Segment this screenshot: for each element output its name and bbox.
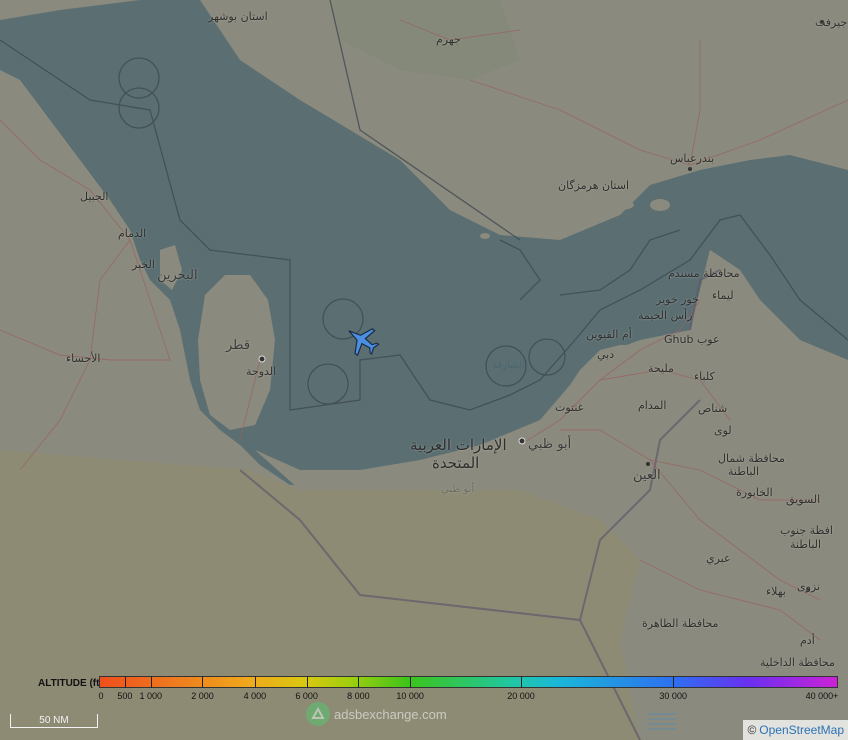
scale-bar: 50 NM bbox=[10, 714, 98, 728]
map-attribution: © OpenStreetMap bbox=[743, 720, 848, 740]
altitude-tick-label: 4 000 bbox=[243, 691, 267, 701]
map-label-mleiha: مليحة bbox=[648, 362, 674, 375]
altitude-tick-label: 0 bbox=[98, 691, 104, 701]
altitude-tick bbox=[202, 676, 204, 688]
map-label-uae2: المتحدة bbox=[432, 454, 480, 472]
altitude-tick bbox=[306, 676, 308, 688]
map-label-adam: أدم bbox=[800, 634, 815, 647]
map-label-bahrain: البحرين bbox=[157, 268, 198, 283]
map-label-jubail: الجبيل bbox=[80, 190, 109, 203]
map-label-musandam: محافظة مسندم bbox=[668, 267, 740, 280]
map-label-ahsa: الأحساء bbox=[66, 352, 101, 365]
map-label-dhahirah: محافظة الظاهرة bbox=[642, 617, 719, 630]
map-label-jahrom: جهرم bbox=[436, 33, 461, 46]
map-label-nizwa: نزوى bbox=[797, 580, 821, 593]
map-label-uae: الإمارات العربية bbox=[410, 436, 507, 454]
map-label-bushehr: استان بوشهر bbox=[208, 10, 268, 23]
altitude-tick bbox=[410, 676, 412, 688]
map-label-ras-al-khaimah: رأس الخيمة bbox=[638, 309, 693, 322]
map-label-khobar: الخبر bbox=[132, 258, 155, 271]
map-label-north-batinah: محافظة شمال bbox=[718, 452, 785, 465]
adsbexchange-brand[interactable]: adsbexchange.com bbox=[306, 702, 447, 726]
altitude-tick bbox=[673, 676, 675, 688]
map-label-khabourah: الخابورة bbox=[736, 486, 773, 499]
island bbox=[606, 200, 634, 210]
altitude-tick bbox=[358, 676, 360, 688]
map-label-bahla: بهلاء bbox=[766, 585, 786, 598]
altitude-tick-label: 20 000 bbox=[507, 691, 535, 701]
layers-icon[interactable] bbox=[645, 710, 679, 734]
map-label-kalba: كلباء bbox=[694, 370, 715, 383]
altitude-tick-label: 8 000 bbox=[347, 691, 370, 701]
map-label-south-batinah-2: الباطنة bbox=[790, 538, 822, 551]
island bbox=[480, 233, 490, 239]
island bbox=[650, 199, 670, 211]
openstreetmap-link[interactable]: OpenStreetMap bbox=[759, 723, 844, 737]
altitude-tick bbox=[520, 676, 522, 688]
altitude-tick bbox=[254, 676, 256, 688]
copyright-symbol: © bbox=[747, 723, 757, 737]
map-label-madam: المدام bbox=[638, 399, 667, 412]
map-label-umm-al-quwain: أم القيوين bbox=[586, 328, 632, 341]
altitude-tick-label: 40 000+ bbox=[805, 691, 839, 701]
altitude-color-bar bbox=[99, 676, 838, 688]
map-label-qatar: قطر bbox=[226, 338, 251, 353]
altitude-tick-label: 2 000 bbox=[191, 691, 214, 701]
map-label-doha: الدوحة bbox=[246, 365, 277, 378]
map-label-south-batinah: افظة جنوب bbox=[780, 524, 833, 537]
brand-text: adsbexchange.com bbox=[334, 706, 447, 722]
map-label-north-batinah-2: الباطنة bbox=[728, 465, 760, 478]
map-label-sharjah: الشارقة bbox=[492, 360, 525, 371]
map-label-al-ain: العين bbox=[633, 468, 661, 483]
map-label-hormozgan: استان هرمزگان bbox=[558, 179, 630, 192]
adsbexchange-logo-icon bbox=[306, 702, 330, 726]
altitude-tick-label: 30 000 bbox=[659, 691, 687, 701]
map-label-ibri: عبري bbox=[706, 552, 731, 565]
map-label-abu-dhabi-2: أبو ظبي bbox=[441, 484, 475, 495]
map-label-khor-fakkan: خور خوير bbox=[656, 293, 699, 306]
map-label-suwaiq: السويق bbox=[786, 493, 821, 506]
map-label-dakhiliyah: محافظة الداخلية bbox=[760, 656, 835, 669]
map-label-lima: ليماء bbox=[712, 289, 734, 302]
scale-bar-label: 50 NM bbox=[39, 715, 69, 726]
altitude-tick-label: 500 bbox=[117, 691, 133, 701]
map-label-liwa: لوى bbox=[714, 424, 732, 437]
map-label-ghub: Ghub عوب bbox=[664, 333, 720, 346]
map-label-jiroft: جیرفت bbox=[815, 16, 848, 29]
map-label-dubai: دبي bbox=[597, 348, 615, 361]
map-canvas[interactable] bbox=[0, 0, 848, 740]
map-label-bandar-abbas: بندرعباس bbox=[670, 152, 715, 165]
map-label-shinas: شناص bbox=[698, 402, 728, 415]
altitude-tick-label: 10 000 bbox=[396, 691, 424, 701]
map-label-dammam: الدمام bbox=[118, 227, 147, 240]
altitude-tick bbox=[150, 676, 152, 688]
altitude-tick bbox=[124, 676, 126, 688]
altitude-tick-label: 1 000 bbox=[139, 691, 162, 701]
map-label-ghantoot: غنتوت bbox=[555, 401, 584, 414]
altitude-tick-label: 6 000 bbox=[295, 691, 318, 701]
altitude-legend-title: ALTITUDE (ft) bbox=[38, 678, 103, 689]
map-label-abu-dhabi: أبو ظبي bbox=[528, 437, 572, 452]
